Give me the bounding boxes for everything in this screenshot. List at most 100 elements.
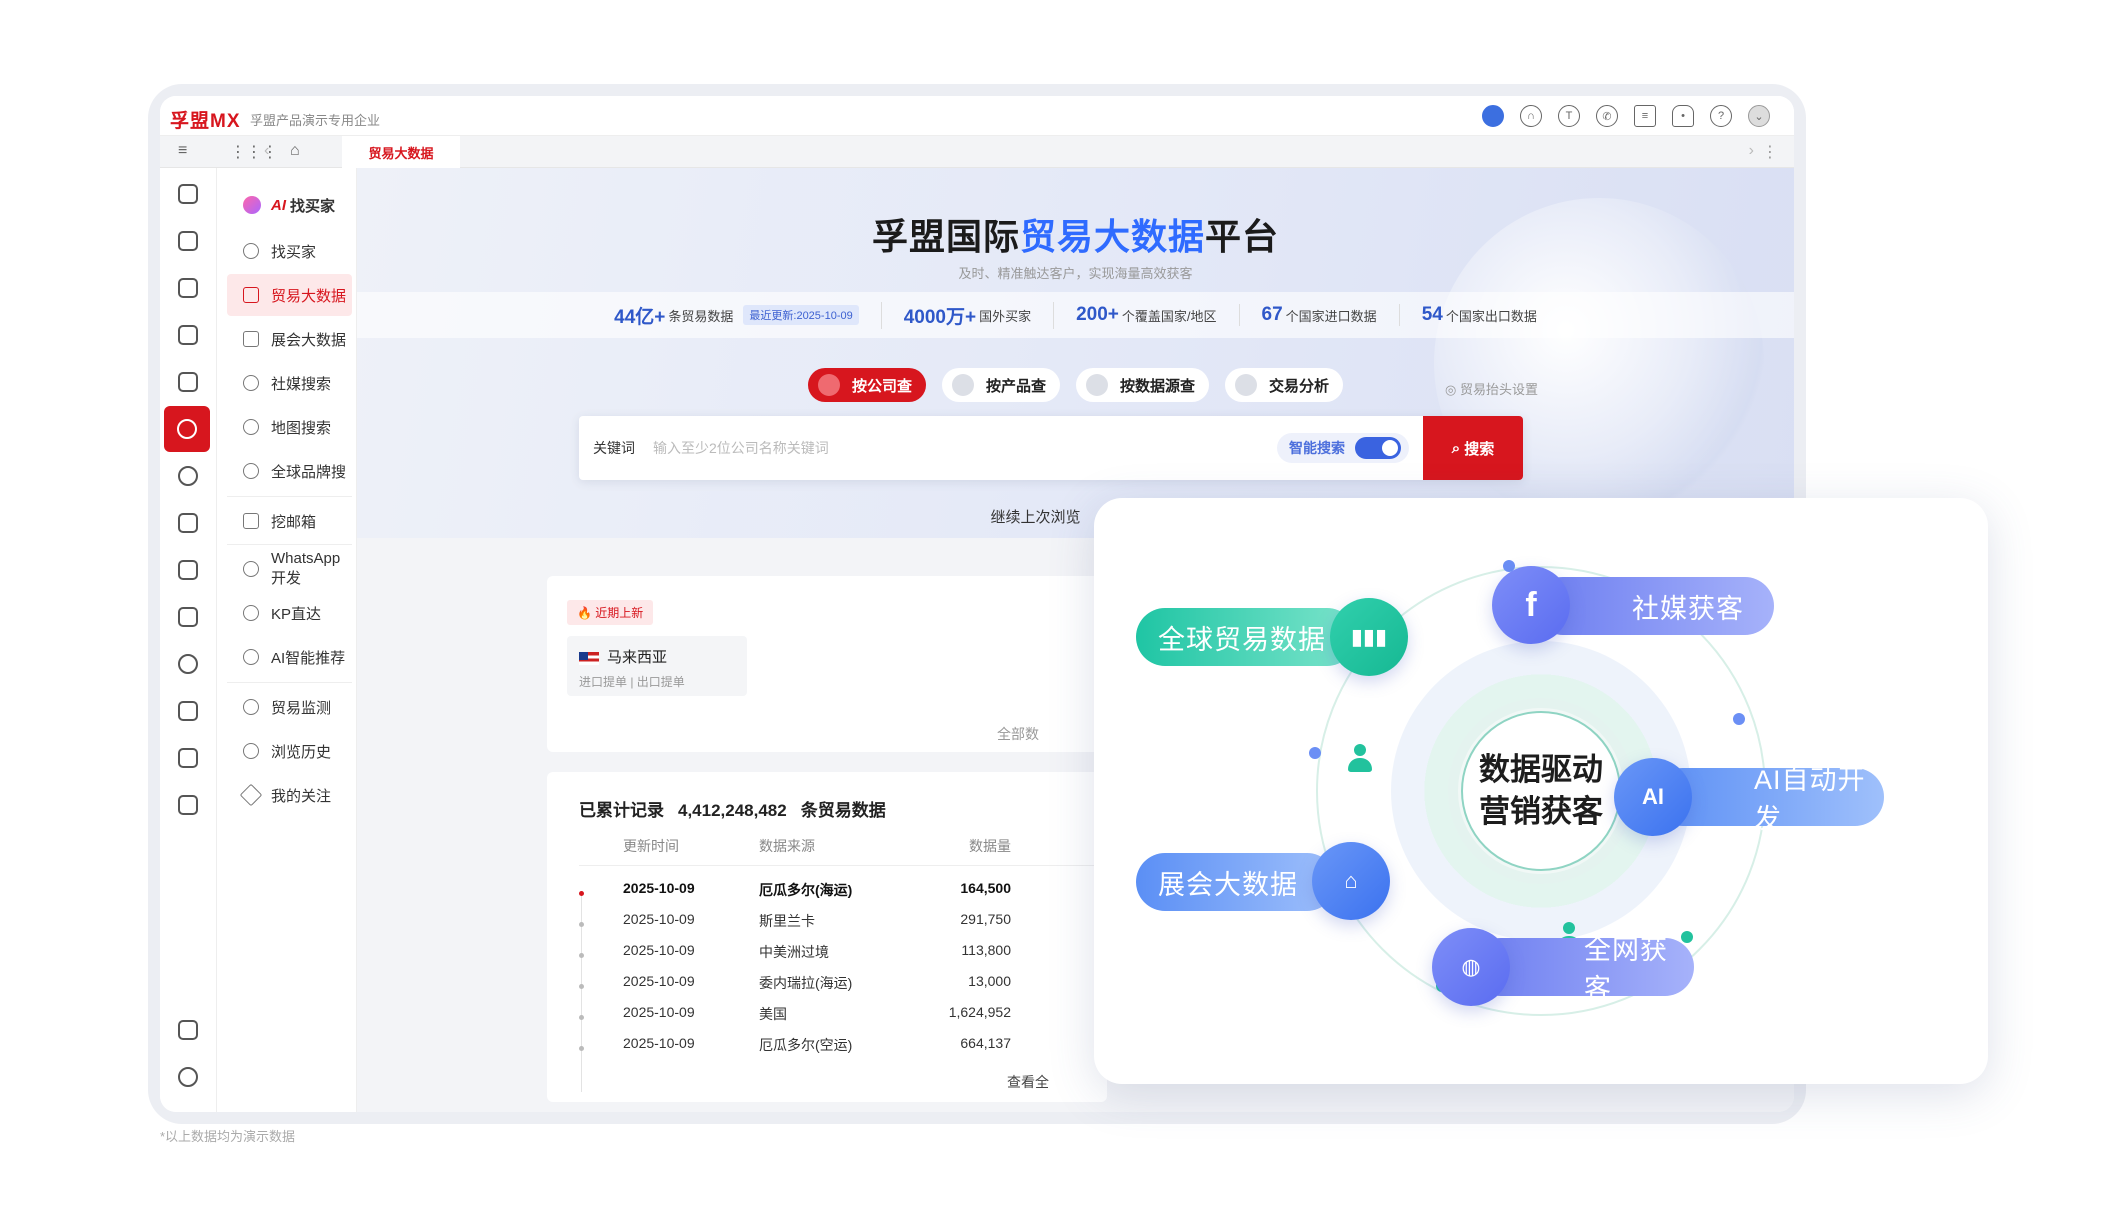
org-icon[interactable]: [178, 278, 198, 298]
headset-icon[interactable]: ∩: [1520, 105, 1542, 127]
chart-icon[interactable]: [178, 748, 198, 768]
cell-date: 2025-10-09: [623, 880, 695, 896]
translate-icon[interactable]: T: [1558, 105, 1580, 127]
sidebar-item-follow[interactable]: 我的关注: [227, 774, 352, 816]
records-title: 已累计记录 4,412,248,482 条贸易数据: [579, 796, 886, 821]
table-row[interactable]: 2025-10-09 中美洲过境 113,800: [579, 942, 1099, 972]
truck-icon[interactable]: [178, 607, 198, 627]
book-icon[interactable]: [178, 701, 198, 721]
cell-source: 厄瓜多尔(海运): [759, 882, 853, 898]
tab-by-source[interactable]: 按数据源查: [1076, 368, 1210, 402]
sidebar-label: KP直达: [271, 605, 322, 623]
tab-label: 按数据源查: [1120, 377, 1196, 395]
app-logo[interactable]: 孚盟MX: [170, 106, 241, 133]
sidebar-item-kp[interactable]: KP直达: [227, 592, 352, 634]
header-setting-link[interactable]: ◎ 贸易抬头设置: [1445, 379, 1538, 398]
sidebar-item-find-buyer[interactable]: 找买家: [227, 230, 352, 272]
feature-exhibition[interactable]: 展会大数据: [1136, 853, 1336, 911]
settings-sliders-icon[interactable]: [178, 1020, 198, 1040]
cell-volume: 664,137: [960, 1035, 1011, 1051]
tab-next-icon[interactable]: ›: [1749, 142, 1754, 160]
compass-icon[interactable]: [164, 406, 210, 452]
sidebar-item-ai-recommend[interactable]: AI智能推荐: [227, 636, 352, 678]
globe-icon: ◍: [1432, 928, 1510, 1006]
home-tab-icon[interactable]: ⌂: [290, 142, 300, 160]
cell-volume: 13,000: [968, 973, 1011, 989]
table-row[interactable]: 2025-10-09 美国 1,624,952: [579, 1004, 1099, 1034]
tab-more-icon[interactable]: ⋮: [1762, 142, 1778, 162]
home-icon[interactable]: [178, 184, 198, 204]
search-input[interactable]: 输入至少2位公司名称关键词: [653, 438, 1277, 458]
divider: [227, 544, 352, 545]
table-row[interactable]: 2025-10-09 委内瑞拉(海运) 13,000: [579, 973, 1099, 1003]
bag-icon[interactable]: [178, 654, 198, 674]
title-part: 平台: [1205, 216, 1280, 257]
sidebar-item-exhibition[interactable]: 展会大数据: [227, 318, 352, 360]
tab-label: 交易分析: [1269, 377, 1330, 395]
tab-by-company[interactable]: 按公司查: [807, 368, 926, 402]
header-icons: ∩ T ✆ ≡ • ? ⌄: [1482, 105, 1770, 127]
monitor-icon: [243, 699, 259, 715]
help-icon[interactable]: ?: [1710, 105, 1732, 127]
tab-trade-analysis[interactable]: 交易分析: [1225, 368, 1344, 402]
feature-global-trade[interactable]: 全球贸易数据: [1136, 608, 1356, 666]
table-header: 更新时间 数据来源 数据量: [579, 836, 1099, 866]
icon-rail: [160, 168, 217, 1112]
apps-grid-icon[interactable]: ⋮⋮⋮: [230, 142, 278, 162]
sidebar-item-brand[interactable]: 全球品牌搜: [227, 450, 352, 492]
whatsapp-icon[interactable]: ✆: [1596, 105, 1618, 127]
message-icon[interactable]: [178, 795, 198, 815]
chat-bot-icon[interactable]: [1482, 105, 1504, 127]
page-subtitle: 及时、精准触达客户，实现海量高效获客: [958, 266, 1193, 281]
core-line-2: 营销获客: [1479, 794, 1603, 829]
sidebar-item-map[interactable]: 地图搜索: [227, 406, 352, 448]
feature-social-media[interactable]: 社媒获客: [1534, 577, 1774, 635]
cell-source: 厄瓜多尔(空运): [759, 1037, 853, 1053]
cell-date: 2025-10-09: [623, 911, 695, 927]
decor-dot: [1309, 747, 1321, 759]
inbox-icon[interactable]: [178, 372, 198, 392]
records-card: 已累计记录 4,412,248,482 条贸易数据 更新时间 数据来源 数据量 20…: [547, 772, 1107, 1102]
country-card[interactable]: 马来西亚 进口提单 | 出口提单: [567, 636, 747, 696]
column-header: 数据来源: [759, 838, 815, 854]
column-header: 更新时间: [623, 838, 679, 854]
task-icon[interactable]: ≡: [1634, 105, 1656, 127]
sidebar-item-monitor[interactable]: 贸易监测: [227, 686, 352, 728]
doc-icon[interactable]: [178, 560, 198, 580]
back-icon[interactable]: ‹: [264, 142, 269, 160]
bell-icon[interactable]: •: [1672, 105, 1694, 127]
toggle-switch[interactable]: [1355, 437, 1401, 459]
user-avatar-icon[interactable]: ⌄: [1748, 105, 1770, 127]
money-icon[interactable]: [178, 513, 198, 533]
smart-label: 智能搜索: [1289, 440, 1345, 456]
table-row[interactable]: 2025-10-09 厄瓜多尔(海运) 164,500: [579, 880, 1099, 910]
table-row[interactable]: 2025-10-09 厄瓜多尔(空运) 664,137: [579, 1035, 1099, 1065]
view-all-records-link[interactable]: 查看全: [1007, 1072, 1049, 1092]
gear-icon[interactable]: [178, 1067, 198, 1087]
sidebar-item-social[interactable]: 社媒搜索: [227, 362, 352, 404]
star-icon: [239, 783, 263, 807]
sidebar-item-whatsapp[interactable]: WhatsApp开发: [227, 548, 352, 590]
smart-search-toggle[interactable]: 智能搜索: [1277, 433, 1409, 463]
view-all-link[interactable]: 全部数: [997, 724, 1039, 744]
sidebar-item-history[interactable]: 浏览历史: [227, 730, 352, 772]
sidebar-item-trade-data[interactable]: 贸易大数据: [227, 274, 352, 316]
tab-trade-data[interactable]: 贸易大数据: [342, 136, 460, 168]
sidebar-label: 全球品牌搜: [271, 463, 347, 481]
stat-item: 44亿+ 条贸易数据 最近更新:2025-10-09: [592, 301, 882, 329]
sidebar-item-email[interactable]: 挖邮箱: [227, 500, 352, 542]
company-icon: [817, 374, 840, 396]
tab-by-product[interactable]: 按产品查: [941, 368, 1060, 402]
brand-icon: [243, 463, 259, 479]
title-part: 孚盟国际: [871, 216, 1020, 257]
cell-volume: 164,500: [960, 880, 1011, 896]
sidebar-item-ai-find-buyer[interactable]: AI 找买家: [227, 184, 352, 226]
mail-icon[interactable]: [178, 325, 198, 345]
top-bar: 孚盟MX 孚盟产品演示专用企业 ∩ T ✆ ≡ • ? ⌄: [160, 96, 1794, 136]
contacts-icon[interactable]: [178, 231, 198, 251]
menu-toggle-icon[interactable]: ≡: [178, 142, 187, 160]
history-icon: [243, 743, 259, 759]
table-row[interactable]: 2025-10-09 斯里兰卡 291,750: [579, 911, 1099, 941]
search-button[interactable]: ⌕ 搜索: [1423, 416, 1523, 480]
app-icon[interactable]: [178, 466, 198, 486]
